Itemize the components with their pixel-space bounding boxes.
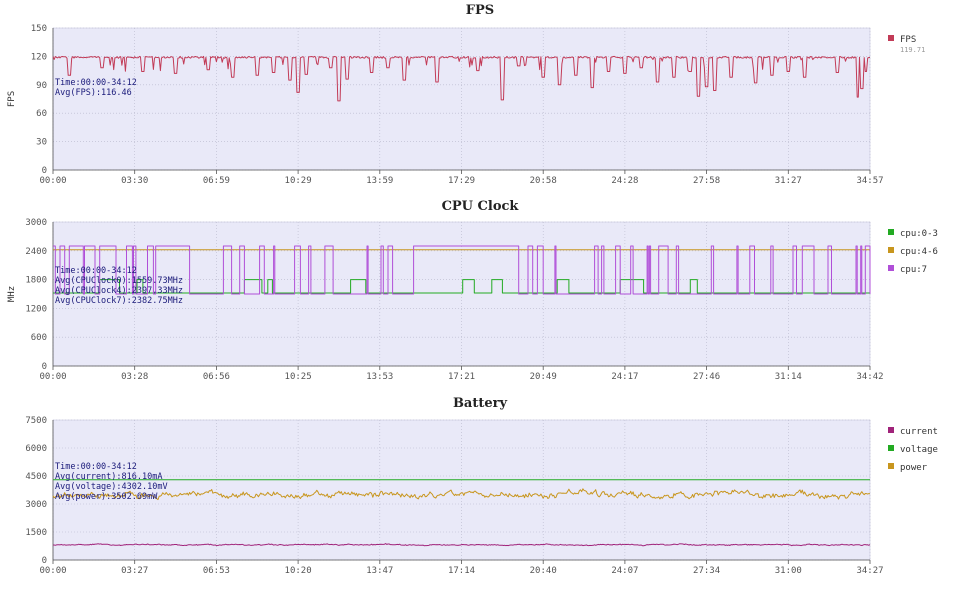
legend-swatch — [888, 229, 894, 235]
x-tick-label: 00:00 — [39, 372, 66, 382]
y-tick-label: 6000 — [25, 444, 47, 454]
x-tick-label: 03:28 — [121, 372, 148, 382]
x-tick-label: 34:57 — [856, 176, 883, 186]
x-tick-label: 17:14 — [448, 566, 475, 576]
legend-swatch — [888, 427, 894, 433]
legend-label: cpu:7 — [900, 265, 927, 275]
chart-title: CPU Clock — [442, 199, 520, 214]
chart-panel-1: CPU Clock 0 600 1200 1800 2400 3000 00:00 03:28 0… — [7, 199, 938, 382]
y-tick-label: 1200 — [25, 304, 47, 314]
legend-label: FPS — [900, 35, 916, 45]
x-tick-label: 03:27 — [121, 566, 148, 576]
annotation-text: Time:00:00-34:12 — [55, 78, 137, 88]
x-tick-label: 13:47 — [366, 566, 393, 576]
x-tick-label: 24:17 — [611, 372, 638, 382]
x-tick-label: 10:25 — [285, 372, 312, 382]
x-tick-label: 06:53 — [203, 566, 230, 576]
y-axis-label: MHz — [7, 286, 17, 302]
y-tick-label: 60 — [36, 109, 47, 119]
annotation-text: Avg(power):3502.69mW — [55, 492, 158, 502]
legend-swatch — [888, 35, 894, 41]
y-tick-label: 150 — [31, 24, 47, 34]
x-tick-label: 00:00 — [39, 176, 66, 186]
x-tick-label: 27:46 — [693, 372, 720, 382]
x-tick-label: 24:28 — [611, 176, 638, 186]
annotation-text: Avg(FPS):116.46 — [55, 88, 132, 98]
x-tick-label: 31:27 — [775, 176, 802, 186]
x-tick-label: 20:40 — [530, 566, 557, 576]
x-tick-label: 03:30 — [121, 176, 148, 186]
y-tick-label: 120 — [31, 52, 47, 62]
x-tick-label: 27:34 — [693, 566, 720, 576]
y-tick-label: 3000 — [25, 500, 47, 510]
chart-title: FPS — [466, 3, 494, 18]
x-tick-label: 06:59 — [203, 176, 230, 186]
x-tick-label: 34:27 — [856, 566, 883, 576]
legend-value: 119.71 — [900, 46, 925, 54]
annotation-text: Time:00:00-34:12 — [55, 266, 137, 276]
y-tick-label: 0 — [42, 166, 47, 176]
annotation-text: Avg(voltage):4302.10mV — [55, 482, 168, 492]
chart-panel-0: FPS 0 30 60 90 120 150 00:00 03:30 06:59 10:29 13:5… — [7, 3, 925, 186]
x-tick-label: 17:21 — [448, 372, 475, 382]
x-tick-label: 31:14 — [775, 372, 802, 382]
legend-label: cpu:4-6 — [900, 247, 938, 257]
legend-swatch — [888, 247, 894, 253]
y-tick-label: 7500 — [25, 416, 47, 426]
y-tick-label: 3000 — [25, 218, 47, 228]
y-tick-label: 4500 — [25, 472, 47, 482]
x-tick-label: 34:42 — [856, 372, 883, 382]
y-tick-label: 1800 — [25, 276, 47, 286]
charts-canvas: FPS 0 30 60 90 120 150 00:00 03:30 06:59 10:29 13:5… — [7, 3, 938, 576]
legend-label: cpu:0-3 — [900, 229, 938, 239]
legend-swatch — [888, 265, 894, 271]
x-tick-label: 27:58 — [693, 176, 720, 186]
x-tick-label: 20:49 — [530, 372, 557, 382]
chart-panel-2: Battery 0 1500 3000 4500 6000 7500 00:00 03:27 06… — [25, 396, 938, 576]
annotation-text: Avg(current):816.10mA — [55, 472, 162, 482]
y-tick-label: 2400 — [25, 247, 47, 257]
x-tick-label: 10:29 — [285, 176, 312, 186]
y-tick-label: 0 — [42, 362, 47, 372]
y-tick-label: 600 — [31, 333, 47, 343]
x-tick-label: 24:07 — [611, 566, 638, 576]
x-tick-label: 13:53 — [366, 372, 393, 382]
x-tick-label: 17:29 — [448, 176, 475, 186]
y-axis-label: FPS — [7, 91, 17, 107]
chart-title: Battery — [453, 396, 508, 411]
legend-swatch — [888, 445, 894, 451]
x-tick-label: 13:59 — [366, 176, 393, 186]
y-tick-label: 1500 — [25, 528, 47, 538]
annotation-text: Avg(CPUClock0):1559.73MHz — [55, 276, 183, 286]
y-tick-label: 30 — [36, 138, 47, 148]
performance-report: FPS 0 30 60 90 120 150 00:00 03:30 06:59 10:29 13:5… — [0, 0, 960, 594]
y-tick-label: 0 — [42, 556, 47, 566]
annotation-text: Avg(CPUClock4):2397.33MHz — [55, 286, 183, 296]
y-tick-label: 90 — [36, 81, 47, 91]
annotation-text: Time:00:00-34:12 — [55, 462, 137, 472]
x-tick-label: 00:00 — [39, 566, 66, 576]
x-tick-label: 20:58 — [530, 176, 557, 186]
annotation-text: Avg(CPUClock7):2382.75MHz — [55, 296, 183, 306]
legend-label: voltage — [900, 445, 938, 455]
legend-label: power — [900, 463, 928, 473]
x-tick-label: 06:56 — [203, 372, 230, 382]
x-tick-label: 31:00 — [775, 566, 802, 576]
x-tick-label: 10:20 — [285, 566, 312, 576]
legend-swatch — [888, 463, 894, 469]
legend-label: current — [900, 427, 938, 437]
